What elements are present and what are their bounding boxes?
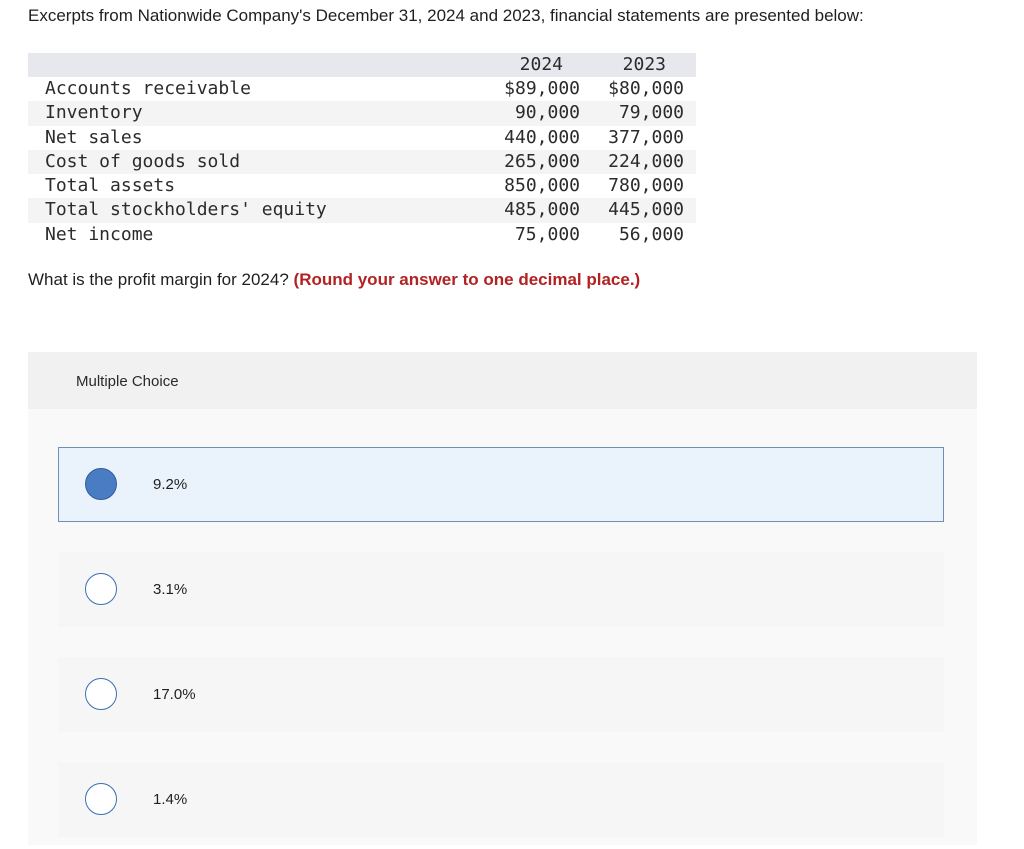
row-label: Accounts receivable xyxy=(45,78,251,99)
choice-option-3[interactable]: 17.0% xyxy=(58,657,944,732)
radio-unselected-icon[interactable] xyxy=(85,783,117,815)
column-header-2024: 2024 xyxy=(519,54,563,75)
question-text: What is the profit margin for 2024? xyxy=(28,270,289,289)
row-label: Inventory xyxy=(45,102,143,124)
question-prompt: What is the profit margin for 2024? (Rou… xyxy=(28,269,640,291)
row-label: Total assets xyxy=(45,175,176,197)
intro-text: Excerpts from Nationwide Company's Decem… xyxy=(28,6,864,25)
table-header-row: 2024 2023 xyxy=(28,53,696,77)
value-2024: $89,000 xyxy=(504,78,580,99)
row-label: Total stockholders' equity xyxy=(45,199,327,221)
value-2023: 445,000 xyxy=(608,199,684,221)
table-row: Net sales 440,000 377,000 xyxy=(28,126,696,150)
table-row: Cost of goods sold 265,000 224,000 xyxy=(28,149,696,175)
multiple-choice-panel: Multiple Choice 9.2% 3.1% 17.0% 1.4% xyxy=(28,352,977,845)
table-row: Accounts receivable $89,000 $80,000 xyxy=(28,77,696,101)
choice-label: 1.4% xyxy=(153,791,188,808)
value-2024: 440,000 xyxy=(504,126,580,148)
financial-table: 2024 2023 Accounts receivable $89,000 $8… xyxy=(28,53,696,247)
choice-label: 9.2% xyxy=(153,476,188,493)
value-2024: 90,000 xyxy=(514,102,580,124)
rounding-hint: (Round your answer to one decimal place.… xyxy=(293,270,641,289)
choice-label: 17.0% xyxy=(153,686,196,703)
radio-selected-icon[interactable] xyxy=(85,468,117,500)
table-row: Total stockholders' equity 485,000 445,0… xyxy=(28,198,696,223)
choice-option-1[interactable]: 9.2% xyxy=(58,447,944,522)
table-row: Inventory 90,000 79,000 xyxy=(28,101,696,126)
value-2024: 485,000 xyxy=(504,199,580,221)
value-2023: 780,000 xyxy=(608,175,684,197)
value-2024: 75,000 xyxy=(514,223,580,245)
radio-unselected-icon[interactable] xyxy=(85,573,117,605)
value-2023: 56,000 xyxy=(618,223,684,245)
value-2023: 377,000 xyxy=(608,126,684,148)
row-label: Net sales xyxy=(45,126,143,148)
table-row: Net income 75,000 56,000 xyxy=(28,223,696,247)
column-header-2023: 2023 xyxy=(622,54,666,75)
table-row: Total assets 850,000 780,000 xyxy=(28,174,696,198)
radio-unselected-icon[interactable] xyxy=(85,678,117,710)
row-label: Cost of goods sold xyxy=(45,150,241,172)
multiple-choice-header: Multiple Choice xyxy=(28,352,977,409)
multiple-choice-title: Multiple Choice xyxy=(76,373,179,390)
choice-option-2[interactable]: 3.1% xyxy=(58,552,944,627)
value-2024: 265,000 xyxy=(504,150,580,172)
value-2023: 224,000 xyxy=(608,150,684,172)
value-2023: 79,000 xyxy=(618,102,684,124)
choice-label: 3.1% xyxy=(153,581,188,598)
value-2024: 850,000 xyxy=(504,175,580,197)
value-2023: $80,000 xyxy=(608,78,684,99)
choice-option-4[interactable]: 1.4% xyxy=(58,762,944,837)
row-label: Net income xyxy=(45,223,154,245)
